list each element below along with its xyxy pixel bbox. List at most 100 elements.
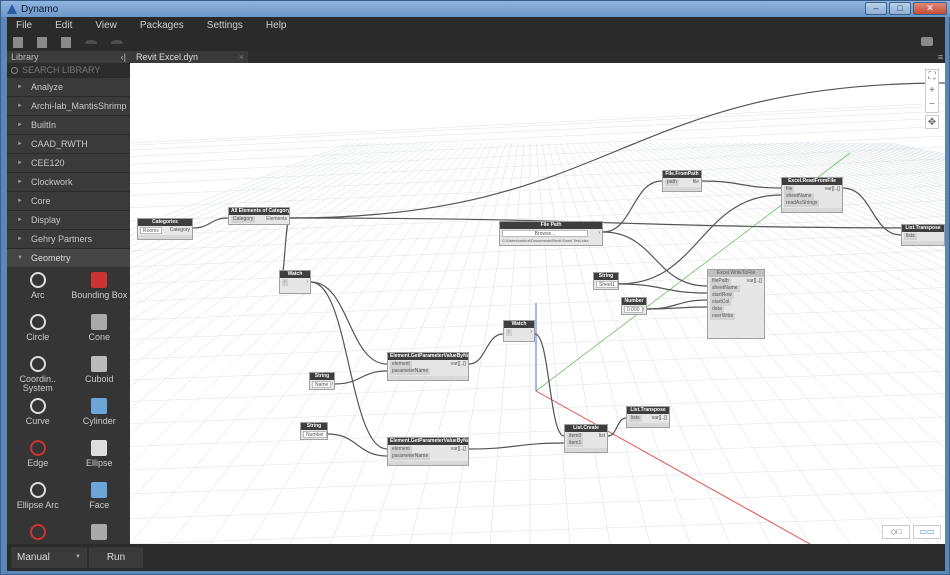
node-get-parameter-2[interactable]: Element.GetParameterValueByName elementv… (387, 437, 469, 466)
geometry-item[interactable]: Edge (7, 435, 69, 477)
geometry-item[interactable]: Circle (7, 309, 69, 351)
port-category[interactable]: Category (170, 227, 190, 234)
menu-file[interactable]: File (7, 20, 41, 31)
save-icon[interactable] (61, 36, 71, 48)
wire[interactable] (310, 281, 388, 365)
port-path[interactable]: path (665, 179, 679, 186)
geometry-item[interactable]: Ellipse Arc (7, 477, 69, 519)
wire[interactable] (701, 180, 782, 189)
library-category-builtin[interactable]: ► BuiltIn (7, 115, 130, 134)
maximize-button[interactable]: □ (889, 2, 911, 15)
library-category-cee120[interactable]: ► CEE120 (7, 153, 130, 172)
geometry-item-icon (29, 314, 46, 330)
geometry-item-icon (29, 398, 46, 414)
geometry-item[interactable]: Face (69, 477, 131, 519)
redo-icon[interactable] (111, 40, 123, 44)
graph-canvas[interactable]: Categories Rooms Category All Elements of… (130, 63, 945, 544)
library-search[interactable]: SEARCH LIBRARY (7, 63, 130, 77)
geometry-item[interactable]: Cylinder (69, 393, 131, 435)
library-category-label: CAAD_RWTH (30, 139, 88, 149)
library-category-clockwork[interactable]: ► Clockwork (7, 172, 130, 191)
node-string-name[interactable]: String Name › (309, 372, 335, 390)
geometry-item[interactable] (7, 519, 69, 544)
close-button[interactable]: ✕ (913, 2, 947, 15)
close-icon[interactable]: × (239, 51, 244, 63)
port-category-in[interactable]: Category (231, 216, 256, 223)
wire[interactable] (607, 417, 627, 437)
node-excel-readfromfile[interactable]: Excel.ReadFromFile file var[]..[] sheetNa… (781, 177, 843, 213)
node-watch-2[interactable]: Watch › › (503, 320, 535, 342)
geometry-item[interactable]: Ellipse (69, 435, 131, 477)
zoom-in-button[interactable]: + (926, 84, 938, 98)
menu-edit[interactable]: Edit (46, 20, 81, 31)
node-get-parameter-1[interactable]: Element.GetParameterValueByName elementv… (387, 352, 469, 381)
port-file[interactable]: file (693, 179, 699, 186)
geometry-item[interactable]: Cuboid (69, 351, 131, 393)
wire[interactable] (334, 370, 388, 385)
geometry-item-icon (91, 524, 108, 540)
menu-packages[interactable]: Packages (131, 20, 193, 31)
wires (192, 82, 945, 457)
geometry-item[interactable]: Bounding Box (69, 267, 131, 309)
tab-menu-icon[interactable]: ≡ (938, 52, 943, 62)
wire[interactable] (192, 217, 229, 229)
run-button[interactable]: Run (89, 547, 143, 568)
node-file-frompath[interactable]: File.FromPath path file (662, 170, 702, 192)
node-all-elements-of-category[interactable]: All Elements of Category Category Element… (228, 207, 290, 225)
wire[interactable] (468, 333, 504, 365)
background-3d-view-icon[interactable]: ◇□ (882, 525, 910, 539)
geometry-item[interactable]: Coordin.. System (7, 351, 69, 393)
port-elements[interactable]: Elements (266, 216, 287, 223)
geometry-item-label: Edge (27, 458, 49, 468)
categories-dropdown[interactable]: Rooms (140, 227, 162, 234)
node-excel-writetofile[interactable]: Excel.WriteToFile filePath var[]..[] shee… (707, 269, 765, 339)
run-mode-value: Manual (17, 552, 50, 563)
wire[interactable] (618, 283, 708, 294)
menu-help[interactable]: Help (257, 20, 296, 31)
tab-revit-excel[interactable]: Revit Excel.dyn × (130, 51, 248, 63)
wire[interactable] (468, 442, 565, 450)
library-category-gehry-partners[interactable]: ► Gehry Partners (7, 229, 130, 248)
node-number[interactable]: Number 0.000 › (621, 297, 647, 315)
collapse-library-icon[interactable]: ‹| (121, 52, 126, 62)
browse-button[interactable]: Browse... (502, 230, 588, 237)
node-string-number[interactable]: String Number › (300, 422, 328, 440)
node-categories[interactable]: Categories Rooms Category (137, 218, 193, 240)
wire[interactable] (289, 82, 945, 219)
graph-view-icon[interactable]: ▭▭ (913, 525, 941, 539)
node-list-transpose-right[interactable]: List.Transpose lists (901, 224, 945, 246)
minimize-button[interactable]: – (865, 2, 887, 15)
wire[interactable] (534, 333, 565, 437)
zoom-out-button[interactable]: − (926, 98, 938, 112)
library-category-core[interactable]: ► Core (7, 191, 130, 210)
library-category-caad-rwth[interactable]: ► CAAD_RWTH (7, 134, 130, 153)
geometry-item-label: Arc (31, 290, 45, 300)
library-category-label: BuiltIn (30, 120, 56, 130)
run-mode-dropdown[interactable]: Manual ▼ (11, 547, 87, 568)
new-file-icon[interactable] (13, 36, 23, 48)
menu-view[interactable]: View (86, 20, 126, 31)
node-file-path[interactable]: File Path Browse... › C:\Users\mhiruf\Doc… (499, 221, 603, 246)
node-list-create[interactable]: List.Create item0 list item1 (564, 424, 608, 453)
geometry-item[interactable]: Curve (7, 393, 69, 435)
undo-icon[interactable] (85, 40, 97, 44)
menu-settings[interactable]: Settings (198, 20, 252, 31)
node-string-sheet[interactable]: String Sheet1 › (593, 272, 620, 290)
open-file-icon[interactable] (37, 36, 47, 48)
menu-bar: File Edit View Packages Settings Help (7, 17, 945, 33)
node-watch[interactable]: Watch › › (279, 270, 311, 294)
library-category-geometry[interactable]: ▼ Geometry (7, 248, 130, 267)
pan-button[interactable]: ✥ (925, 115, 939, 129)
chevron-right-icon: ► (17, 160, 23, 166)
node-list-transpose[interactable]: List.Transpose lists var[]..[] (626, 406, 670, 428)
geometry-item[interactable]: Cone (69, 309, 131, 351)
chevron-right-icon: ► (17, 141, 23, 147)
library-category-archi-lab-mantisshrimp[interactable]: ► Archi-lab_MantisShrimp (7, 96, 130, 115)
geometry-item[interactable]: Arc (7, 267, 69, 309)
camera-icon[interactable] (921, 37, 933, 46)
search-input[interactable]: SEARCH LIBRARY (22, 65, 100, 75)
zoom-fit-button[interactable]: ⛶ (926, 70, 938, 84)
geometry-item[interactable] (69, 519, 131, 544)
library-category-analyze[interactable]: ► Analyze (7, 77, 130, 96)
library-category-display[interactable]: ► Display (7, 210, 130, 229)
